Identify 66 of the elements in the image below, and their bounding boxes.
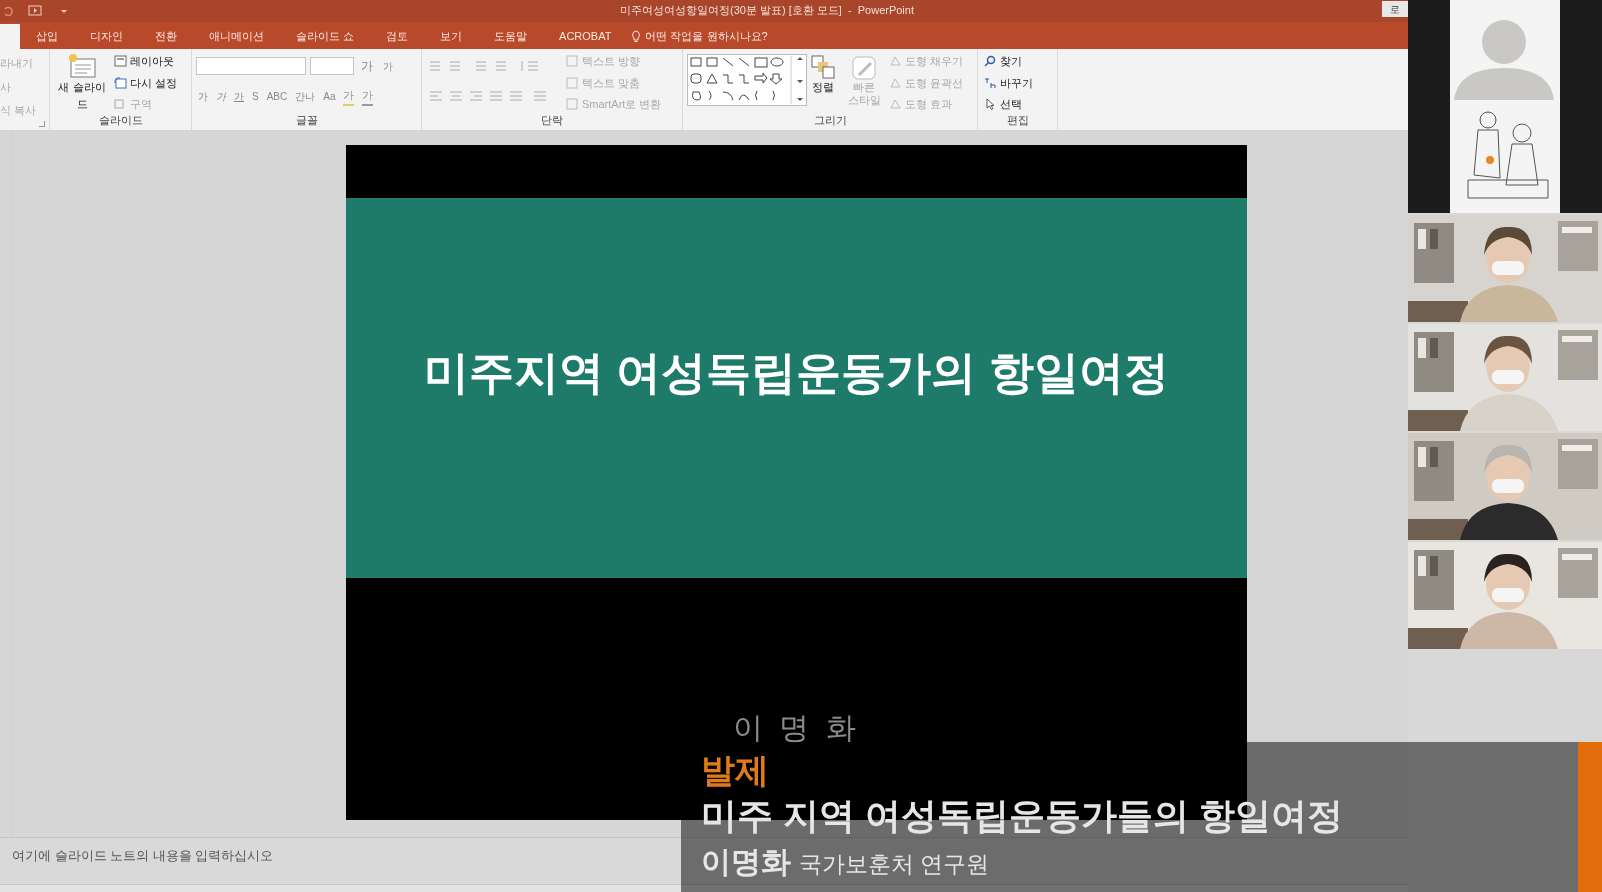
- quick-styles-button[interactable]: 빠른 스타일: [847, 55, 881, 107]
- group-label: 슬라이드: [97, 112, 144, 128]
- ribbon-tab[interactable]: 도움말: [478, 24, 544, 49]
- tell-me-field[interactable]: 어떤 작업을 원하시나요?: [627, 24, 772, 49]
- group-label: 단락: [540, 112, 564, 128]
- ribbon-tab[interactable]: 삽입: [20, 24, 74, 49]
- shape-gallery-drawing[interactable]: [687, 54, 807, 106]
- ribbon-tab[interactable]: 디자인: [74, 24, 139, 49]
- font-format-button[interactable]: 간나: [295, 88, 316, 104]
- ribbon-tab[interactable]: ACROBAT: [543, 24, 628, 49]
- speaker-name: 이명화: [701, 844, 791, 880]
- search-icon: [984, 55, 997, 68]
- layout-icon: [114, 55, 127, 68]
- reset-icon: [114, 76, 127, 89]
- ribbon-tab[interactable]: 슬라이드 쇼: [280, 24, 371, 49]
- sign-in-button[interactable]: 로: [1382, 1, 1408, 17]
- lightbulb-icon: [631, 30, 642, 43]
- font-format-button[interactable]: ABC: [266, 88, 288, 104]
- quick-styles-icon: [851, 55, 877, 81]
- group-label: 그리기: [812, 112, 848, 128]
- shape-format-icon: [889, 76, 902, 89]
- shape-format-icon: [889, 98, 902, 111]
- cursor-icon: [984, 98, 997, 111]
- shape-format-icon: [889, 55, 902, 68]
- ribbon-button[interactable]: 레이아웃: [114, 53, 178, 70]
- ribbon-tab[interactable]: 전환: [139, 24, 193, 49]
- ribbon-button[interactable]: 다시 설정: [114, 74, 178, 91]
- text-option-icon: [566, 98, 579, 111]
- arrange-icon: [811, 55, 835, 79]
- caption-title: 미주 지역 여성독립운동가들의 항일여정: [701, 794, 1343, 838]
- new-slide-button[interactable]: 새 슬라이드: [54, 53, 110, 112]
- group-label: 글꼴: [294, 112, 319, 128]
- font-format-button[interactable]: Aa: [323, 88, 336, 104]
- slideshow-icon[interactable]: [28, 4, 42, 18]
- replace-icon: [984, 76, 997, 89]
- group-label: 편집: [1005, 112, 1030, 128]
- alignment-icon: [428, 89, 548, 103]
- notes-field[interactable]: 여기에 슬라이드 노트의 내용을 입력하십시오: [12, 846, 274, 866]
- speaker-affiliation: 국가보훈처 연구원: [799, 850, 990, 879]
- font-color-button[interactable]: 가: [362, 87, 374, 106]
- font-format-button[interactable]: 가: [234, 88, 244, 104]
- window-title: 미주여성여성항일여정(30분 발표) [호환 모드] - PowerPoint: [620, 3, 914, 18]
- ribbon-tab[interactable]: 보기: [424, 24, 479, 49]
- new-slide-icon: [67, 53, 97, 79]
- arrange-button[interactable]: 정렬: [811, 55, 835, 96]
- text-option-icon: [566, 76, 579, 89]
- slide-subtitle: 이 명 화: [733, 711, 860, 745]
- slide-title: 미주지역 여성독립운동가의 항일여정: [424, 346, 1169, 401]
- font-name-field[interactable]: [196, 57, 306, 75]
- dropdown-icon[interactable]: [60, 7, 68, 15]
- font-format-button[interactable]: S: [252, 88, 259, 104]
- text-option-icon: [566, 55, 579, 68]
- font-format-button[interactable]: 가: [216, 88, 226, 104]
- font-format-button[interactable]: 가: [198, 88, 208, 104]
- highlight-button[interactable]: 가: [343, 87, 355, 106]
- shrink-font-button[interactable]: 가: [380, 58, 396, 74]
- section-icon: [114, 98, 127, 111]
- font-size-field[interactable]: [310, 57, 354, 75]
- grow-font-button[interactable]: 가: [358, 57, 376, 75]
- ribbon-tab[interactable]: 애니메이션: [193, 24, 280, 49]
- undo-icon[interactable]: [2, 5, 14, 17]
- ribbon-button[interactable]: 선택: [984, 96, 1033, 113]
- ribbon-button[interactable]: 바꾸기: [984, 74, 1033, 91]
- ribbon-tab[interactable]: 검토: [370, 24, 425, 49]
- caption-tag: 발제: [701, 750, 769, 790]
- ribbon-button[interactable]: 찾기: [984, 53, 1033, 70]
